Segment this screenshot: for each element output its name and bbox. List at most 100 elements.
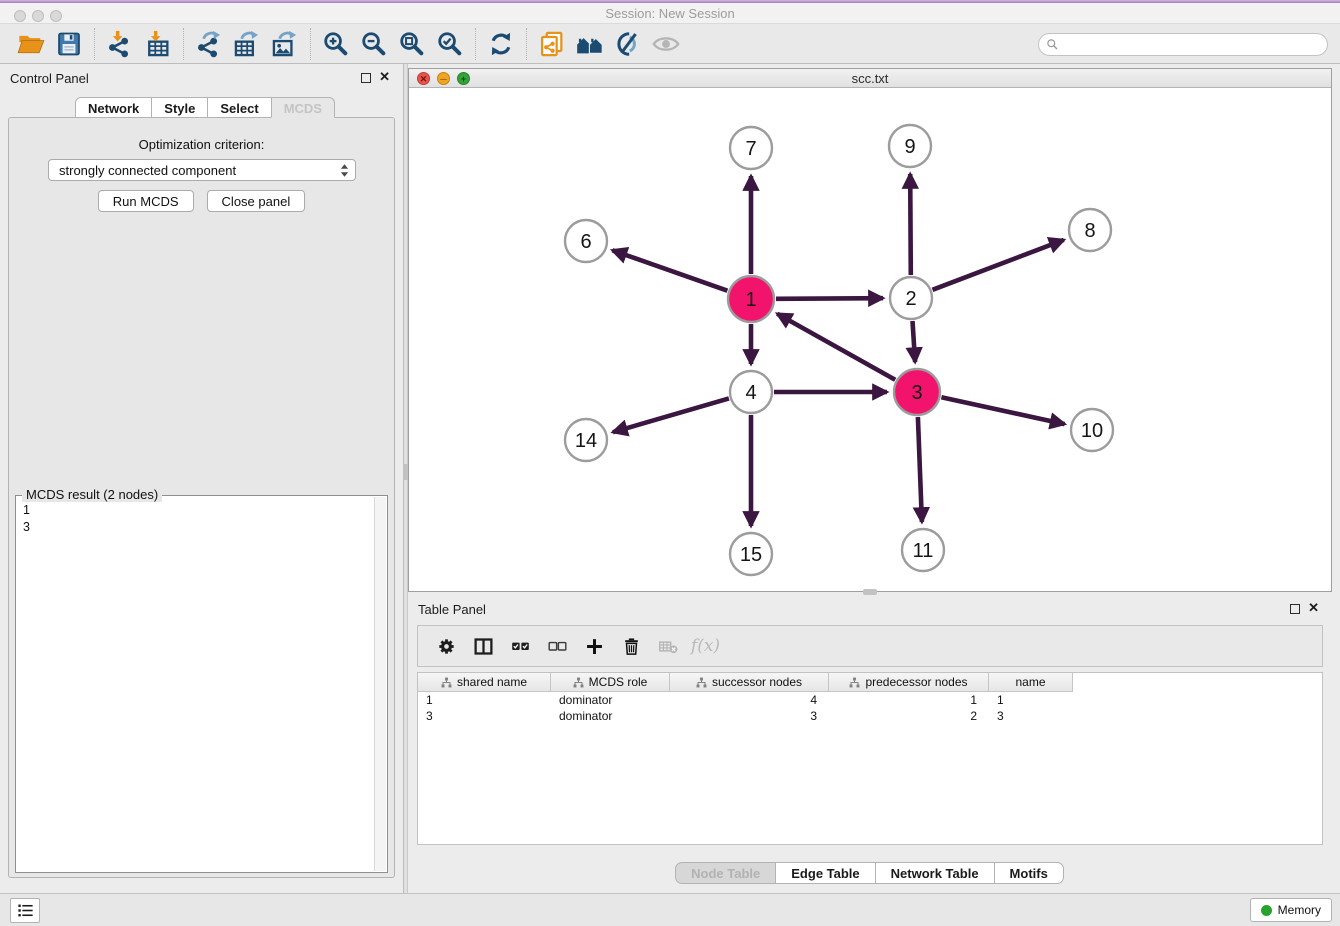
export-table-icon[interactable]: [228, 27, 266, 61]
result-scrollbar[interactable]: [374, 497, 386, 871]
mcds-tab-content: Optimization criterion: strongly connect…: [8, 117, 395, 878]
graph-node-15[interactable]: 15: [730, 533, 772, 575]
mcds-buttons-row: Run MCDS Close panel: [9, 190, 394, 212]
tab-style[interactable]: Style: [151, 97, 208, 118]
gear-icon[interactable]: [428, 629, 465, 663]
table-row[interactable]: 1dominator411: [418, 692, 1322, 708]
graph-edge-3-1[interactable]: [777, 314, 895, 380]
toolbar-separator: [475, 28, 476, 60]
control-panel-header: Control Panel ✕: [0, 64, 403, 90]
task-history-button[interactable]: [10, 898, 40, 923]
node-label: 14: [575, 430, 597, 452]
graph-node-9[interactable]: 9: [889, 125, 931, 167]
graph-node-8[interactable]: 8: [1069, 209, 1111, 251]
columns-icon[interactable]: [465, 629, 502, 663]
column-header-label: name: [1015, 675, 1045, 689]
import-table-icon[interactable]: [139, 27, 177, 61]
graph-node-7[interactable]: 7: [730, 127, 772, 169]
optimization-criterion-dropdown[interactable]: strongly connected component: [48, 159, 356, 181]
tab-select[interactable]: Select: [207, 97, 271, 118]
graph-node-3[interactable]: 3: [894, 369, 940, 415]
column-header-label: successor nodes: [712, 675, 802, 689]
mcds-result-textarea[interactable]: 13: [17, 500, 373, 871]
column-header-successor-nodes[interactable]: successor nodes: [670, 673, 829, 692]
export-network-icon[interactable]: [190, 27, 228, 61]
table-cell: dominator: [551, 692, 670, 708]
clone-network-icon[interactable]: [533, 27, 571, 61]
node-table[interactable]: shared nameMCDS role successor nodes prede…: [417, 672, 1323, 845]
graph-edge-3-10[interactable]: [941, 397, 1064, 424]
graph-node-2[interactable]: 2: [890, 277, 932, 319]
status-bar: Memory: [0, 893, 1340, 926]
graph-edge-2-8[interactable]: [933, 240, 1064, 290]
column-header-shared-name[interactable]: shared name: [418, 673, 551, 692]
tab-node-table[interactable]: Node Table: [675, 862, 776, 884]
export-image-icon[interactable]: [266, 27, 304, 61]
network-view-window: ✕ ─ + scc.txt 7968124314101511: [408, 68, 1332, 592]
node-label: 1: [745, 289, 756, 311]
graph-edge-1-2[interactable]: [776, 298, 883, 299]
network-graph: 7 9 6 8 1 2 4 3 14 10 15 11: [409, 88, 1331, 591]
mac-titlebar: Session: New Session: [0, 3, 1340, 24]
open-folder-icon[interactable]: [12, 27, 50, 61]
float-panel-icon[interactable]: [361, 73, 371, 83]
control-panel: Control Panel ✕ NetworkStyleSelectMCDS O…: [0, 64, 403, 893]
add-icon[interactable]: [576, 629, 613, 663]
memory-button[interactable]: Memory: [1250, 898, 1332, 922]
graph-node-14[interactable]: 14: [565, 419, 607, 461]
tab-motifs[interactable]: Motifs: [994, 862, 1064, 884]
column-header-name[interactable]: name: [989, 673, 1073, 692]
node-label: 10: [1081, 420, 1103, 442]
table-tabs: Node TableEdge TableNetwork TableMotifs: [408, 862, 1332, 884]
zoom-out-icon[interactable]: [355, 27, 393, 61]
column-header-MCDS-role[interactable]: MCDS role: [551, 673, 670, 692]
table-cell: 1: [989, 692, 1073, 708]
graph-node-10[interactable]: 10: [1071, 409, 1113, 451]
float-panel-icon[interactable]: [1290, 604, 1300, 614]
function-builder-label: f(x): [691, 636, 720, 656]
tab-network[interactable]: Network: [75, 97, 152, 118]
close-panel-button[interactable]: Close panel: [207, 190, 306, 212]
control-panel-tabs: NetworkStyleSelectMCDS: [76, 97, 335, 118]
memory-status-dot: [1261, 905, 1272, 916]
mcds-result-group: MCDS result (2 nodes) 13: [15, 495, 388, 873]
graph-edge-2-3[interactable]: [913, 321, 916, 362]
graph-edge-1-6[interactable]: [612, 250, 727, 290]
deselect-all-icon[interactable]: [539, 629, 576, 663]
graph-edge-3-11[interactable]: [918, 417, 922, 522]
graph-node-11[interactable]: 11: [902, 529, 944, 571]
save-session-icon[interactable]: [50, 27, 88, 61]
close-panel-icon[interactable]: ✕: [1308, 600, 1319, 616]
search-input[interactable]: [1059, 36, 1327, 54]
graph-node-1[interactable]: 1: [728, 276, 774, 322]
zoom-fit-icon[interactable]: [393, 27, 431, 61]
select-all-icon[interactable]: [502, 629, 539, 663]
graph-node-4[interactable]: 4: [730, 371, 772, 413]
zoom-in-icon[interactable]: [317, 27, 355, 61]
tab-edge-table[interactable]: Edge Table: [775, 862, 875, 884]
tab-mcds[interactable]: MCDS: [271, 97, 335, 118]
run-mcds-button[interactable]: Run MCDS: [98, 190, 194, 212]
graph-node-6[interactable]: 6: [565, 220, 607, 262]
tab-network-table[interactable]: Network Table: [875, 862, 995, 884]
close-panel-icon[interactable]: ✕: [379, 69, 390, 85]
window-title: Session: New Session: [0, 6, 1340, 21]
table-cell: 1: [829, 692, 989, 708]
node-label: 6: [580, 231, 591, 253]
network-window-title: scc.txt: [409, 71, 1331, 86]
delete-icon[interactable]: [613, 629, 650, 663]
optimization-criterion-label: Optimization criterion:: [9, 137, 394, 152]
import-network-icon[interactable]: [101, 27, 139, 61]
column-flag-icon: [573, 677, 584, 688]
graph-edge-2-9[interactable]: [910, 174, 911, 275]
graphics-details-icon[interactable]: [609, 27, 647, 61]
graph-edge-4-14[interactable]: [613, 398, 729, 432]
session-home-icon[interactable]: [571, 27, 609, 61]
column-header-predecessor-nodes[interactable]: predecessor nodes: [829, 673, 989, 692]
apply-layout-icon[interactable]: [482, 27, 520, 61]
zoom-selected-icon[interactable]: [431, 27, 469, 61]
table-row[interactable]: 3dominator323: [418, 708, 1322, 724]
table-panel: Table Panel ✕ f(x) shared nameMCDS roles…: [408, 595, 1332, 893]
node-label: 8: [1084, 220, 1095, 242]
network-canvas[interactable]: 7 9 6 8 1 2 4 3 14 10 15 11: [409, 88, 1331, 591]
